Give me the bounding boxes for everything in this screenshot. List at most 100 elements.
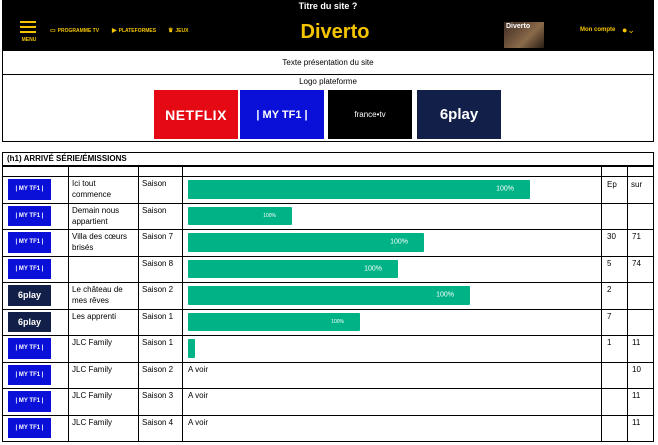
row-platform-logo[interactable]: | MY TF1 | <box>8 205 51 226</box>
col-header-sur: sur <box>631 180 643 189</box>
row-progress-bar: 100% <box>188 206 292 225</box>
row-title: JLC Family <box>72 417 113 427</box>
row-season: Saison 2 <box>142 285 174 294</box>
menu-label: MENU <box>21 37 37 43</box>
table-col-line <box>68 166 69 442</box>
table-bottom-line <box>2 441 654 442</box>
table-row-line <box>2 361 654 363</box>
row-platform-logo[interactable]: | MY TF1 | <box>8 364 51 385</box>
row-season: Saison 7 <box>142 232 174 241</box>
row-platform-logo[interactable]: | MY TF1 | <box>8 258 51 279</box>
brand-logo[interactable]: Diverto <box>296 19 374 45</box>
row-platform-logo[interactable]: | MY TF1 | <box>8 391 51 412</box>
table-row-line <box>2 335 654 336</box>
row-title: JLC Family <box>72 391 113 400</box>
nav-link-label: PLATEFORMES <box>118 28 157 34</box>
progress-label: 100% <box>436 291 454 299</box>
progress-fill <box>188 206 292 225</box>
platform-tile-francetv[interactable]: france•tv <box>328 90 412 139</box>
progress-fill <box>188 286 470 305</box>
nav-link-label: PROGRAMME TV <box>57 28 100 34</box>
table-col-line <box>138 166 139 442</box>
table-row-line <box>2 388 654 389</box>
row-sur: 11 <box>632 417 641 427</box>
section-heading: (h1) ARRIVÉ SÉRIE/ÉMISSIONS <box>2 152 654 166</box>
promo-title: Diverto <box>506 23 531 30</box>
row-platform-logo[interactable]: | MY TF1 | <box>8 338 51 359</box>
platform-tile-6play[interactable]: 6play <box>417 90 501 139</box>
row-status: A voir <box>188 391 209 400</box>
row-title: JLC Family <box>72 338 113 347</box>
row-title: Les apprenti <box>72 311 117 321</box>
row-progress-bar: 100% <box>188 233 424 252</box>
table-row-line <box>2 176 654 177</box>
progress-fill <box>188 180 530 199</box>
platform-tile-mytf1[interactable]: | MY TF1 | <box>240 90 324 139</box>
table-row-line <box>2 308 654 310</box>
row-ep: 7 <box>607 311 612 321</box>
platform-tile-netflix[interactable]: NETFLIX <box>154 90 238 139</box>
row-platform-logo[interactable]: | MY TF1 | <box>8 417 51 438</box>
row-progress-bar: 100% <box>188 312 360 331</box>
row-title: Demain nous appartient <box>72 205 120 226</box>
promo-image[interactable]: Diverto <box>504 22 544 48</box>
row-ep: 1 <box>607 338 612 347</box>
row-season: Saison 2 <box>142 364 174 374</box>
progress-label: 100% <box>496 185 514 193</box>
col-header-ep: Ep <box>607 180 617 189</box>
progress-label: 100% <box>364 265 382 273</box>
row-status: A voir <box>188 364 209 374</box>
progress-label: 100% <box>263 212 276 219</box>
row-title: Villa des cœurs brisés <box>72 232 127 252</box>
nav-link-plateformes[interactable]: ▶ PLATEFORMES <box>112 27 156 34</box>
table-row-line <box>2 282 654 283</box>
page-title: Titre du site ? <box>2 0 654 13</box>
row-season: Saison <box>142 205 167 215</box>
row-platform-logo[interactable]: | MY TF1 | <box>8 179 51 200</box>
table-row-line <box>2 229 654 230</box>
trophy-icon: ♛ <box>168 28 174 34</box>
intro-text: Texte présentation du site <box>2 50 654 75</box>
table-col-line <box>601 166 602 442</box>
row-status: A voir <box>188 417 209 427</box>
row-platform-logo[interactable]: 6play <box>8 285 51 306</box>
row-sur: 11 <box>632 391 641 400</box>
account-link[interactable]: Mon compte <box>580 27 615 33</box>
progress-fill <box>188 339 195 358</box>
play-icon: ▶ <box>112 28 117 34</box>
row-ep: 30 <box>607 232 616 241</box>
row-season: Saison 8 <box>142 258 174 268</box>
hamburger-icon <box>20 21 36 23</box>
platforms-heading: Logo plateforme <box>299 77 357 86</box>
table-col-line <box>653 166 654 442</box>
row-progress-bar: 100% <box>188 259 398 278</box>
table-col-line <box>182 166 183 442</box>
row-season: Saison <box>142 179 167 188</box>
page-sheet: Titre du site ? MENU ▭ PROGRAMME TV ▶ PLAT… <box>2 0 654 442</box>
table-col-line <box>2 166 3 442</box>
progress-label: 100% <box>331 318 344 325</box>
user-icon[interactable]: ●⌄ <box>622 25 635 35</box>
menu-button[interactable]: MENU <box>16 19 42 45</box>
row-season: Saison 4 <box>142 417 174 427</box>
row-season: Saison 1 <box>142 338 174 347</box>
row-progress-bar: 100% <box>188 180 530 199</box>
row-platform-logo[interactable]: 6play <box>8 311 51 332</box>
tv-icon: ▭ <box>50 28 56 34</box>
row-season: Saison 1 <box>142 311 174 321</box>
nav-link-jeux[interactable]: ♛ JEUX <box>168 27 188 34</box>
table-top-line <box>2 166 654 167</box>
row-progress-bar: 100% <box>188 286 470 305</box>
row-ep: 5 <box>607 258 612 268</box>
hamburger-bar <box>20 26 36 28</box>
row-platform-logo[interactable]: | MY TF1 | <box>8 232 51 253</box>
top-navbar: MENU ▭ PROGRAMME TV ▶ PLATEFORMES ♛ JEUX Di… <box>2 13 654 50</box>
row-sur: 71 <box>632 232 641 241</box>
nav-link-programme-tv[interactable]: ▭ PROGRAMME TV <box>50 27 99 34</box>
nav-link-label: JEUX <box>175 28 189 34</box>
row-ep: 2 <box>607 285 612 294</box>
row-title: Ici tout commence <box>72 179 112 199</box>
table-row-line <box>2 255 654 257</box>
progress-fill <box>188 233 424 252</box>
row-progress-bar <box>188 339 195 358</box>
